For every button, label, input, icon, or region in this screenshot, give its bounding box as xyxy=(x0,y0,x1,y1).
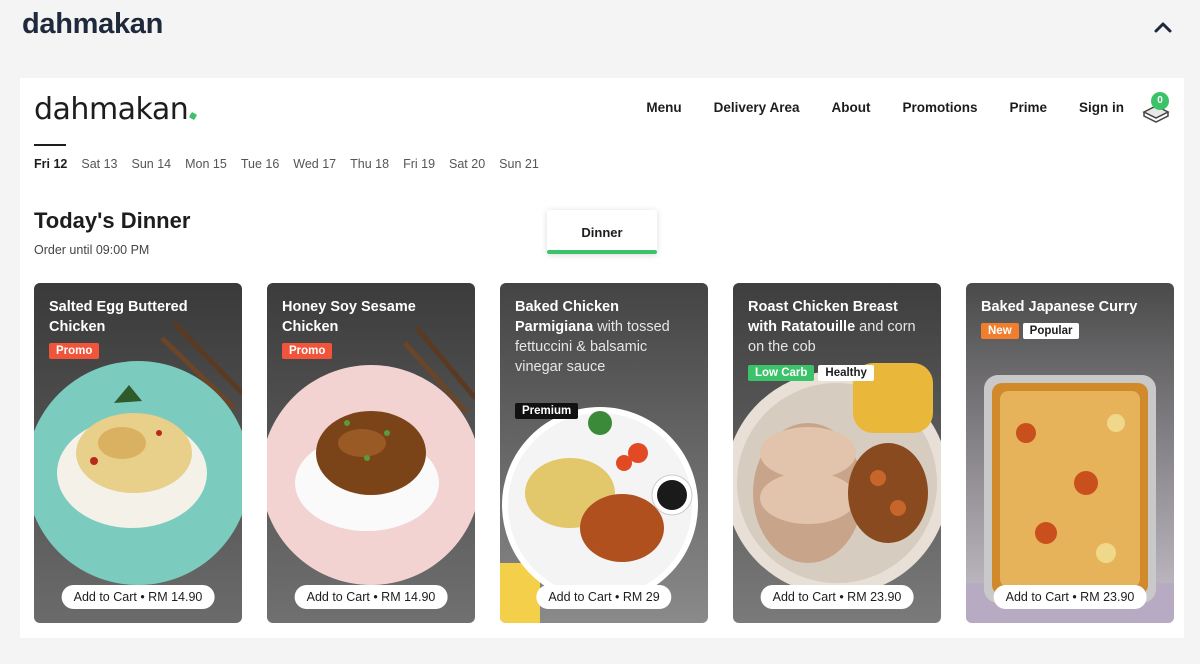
date-item-wed-17[interactable]: Wed 17 xyxy=(293,157,336,171)
meal-name: Honey Soy Sesame Chicken xyxy=(282,299,416,335)
tab-dinner-label: Dinner xyxy=(581,224,623,240)
nav-link-sign-in[interactable]: Sign in xyxy=(1079,100,1124,115)
date-item-sun-14[interactable]: Sun 14 xyxy=(132,157,172,171)
date-item-thu-18[interactable]: Thu 18 xyxy=(350,157,389,171)
badge-list: New Popular xyxy=(981,323,1080,339)
popular-badge: Popular xyxy=(1022,323,1080,339)
new-badge: New xyxy=(981,323,1019,339)
healthy-badge: Healthy xyxy=(818,365,874,381)
site-logo[interactable]: dahmakan xyxy=(34,92,198,127)
tab-dinner[interactable]: Dinner xyxy=(547,210,657,254)
badge-list: Promo xyxy=(282,343,333,359)
nav-link-about[interactable]: About xyxy=(831,100,870,115)
badge-list: Low Carb Healthy xyxy=(748,365,874,381)
low-carb-badge: Low Carb xyxy=(748,365,815,381)
meal-card[interactable]: Baked Japanese Curry New Popular Add to … xyxy=(966,283,1174,623)
promo-badge: Promo xyxy=(49,343,100,359)
premium-badge: Premium xyxy=(515,403,579,419)
meal-card[interactable]: Roast Chicken Breast with Ratatouille an… xyxy=(733,283,941,623)
date-item-fri-19[interactable]: Fri 19 xyxy=(403,157,435,171)
date-item-sat-13[interactable]: Sat 13 xyxy=(81,157,117,171)
tab-active-indicator xyxy=(547,250,657,254)
selected-date-indicator xyxy=(34,144,66,146)
meal-cards: Salted Egg Buttered Chicken Promo Add to… xyxy=(34,283,1174,623)
add-to-cart-button[interactable]: Add to Cart • RM 14.90 xyxy=(61,585,215,609)
date-item-tue-16[interactable]: Tue 16 xyxy=(241,157,279,171)
chevron-up-icon xyxy=(1154,22,1172,33)
nav-link-delivery-area[interactable]: Delivery Area xyxy=(714,100,800,115)
date-item-mon-15[interactable]: Mon 15 xyxy=(185,157,227,171)
meal-card[interactable]: Baked Chicken Parmigiana with tossed fet… xyxy=(500,283,708,623)
nav-link-promotions[interactable]: Promotions xyxy=(902,100,977,115)
embedded-site: dahmakan Menu Delivery Area About Promot… xyxy=(20,78,1184,638)
date-item-sat-20[interactable]: Sat 20 xyxy=(449,157,485,171)
badge-list: Promo xyxy=(49,343,100,359)
meal-name: Salted Egg Buttered Chicken xyxy=(49,299,188,335)
site-navbar: dahmakan Menu Delivery Area About Promot… xyxy=(20,78,1184,148)
meal-name: Baked Japanese Curry xyxy=(981,299,1138,315)
site-logo-text: dahmakan xyxy=(34,92,189,127)
section-title: Today's Dinner xyxy=(34,208,191,233)
date-selector: Fri 12 Sat 13 Sun 14 Mon 15 Tue 16 Wed 1… xyxy=(34,157,553,171)
cart-button[interactable]: 0 xyxy=(1140,92,1172,124)
nav-link-prime[interactable]: Prime xyxy=(1009,100,1047,115)
meal-name: Roast Chicken Breast with Ratatouille an… xyxy=(748,299,916,355)
nav-links: Menu Delivery Area About Promotions Prim… xyxy=(646,100,1124,115)
order-deadline: Order until 09:00 PM xyxy=(34,243,150,257)
meal-name: Baked Chicken Parmigiana with tossed fet… xyxy=(515,299,670,375)
cart-count-badge: 0 xyxy=(1151,92,1169,110)
add-to-cart-button[interactable]: Add to Cart • RM 14.90 xyxy=(294,585,448,609)
badge-list: Premium xyxy=(515,403,579,419)
meal-card[interactable]: Honey Soy Sesame Chicken Promo Add to Ca… xyxy=(267,283,475,623)
add-to-cart-button[interactable]: Add to Cart • RM 23.90 xyxy=(993,585,1147,609)
add-to-cart-button[interactable]: Add to Cart • RM 29 xyxy=(536,585,672,609)
date-item-fri-12[interactable]: Fri 12 xyxy=(34,157,67,171)
nav-link-menu[interactable]: Menu xyxy=(646,100,681,115)
date-item-sun-21[interactable]: Sun 21 xyxy=(499,157,539,171)
meal-card[interactable]: Salted Egg Buttered Chicken Promo Add to… xyxy=(34,283,242,623)
add-to-cart-button[interactable]: Add to Cart • RM 23.90 xyxy=(760,585,914,609)
logo-leaf-icon xyxy=(189,111,198,121)
promo-badge: Promo xyxy=(282,343,333,359)
page-title: dahmakan xyxy=(22,8,164,40)
collapse-button[interactable] xyxy=(1148,12,1178,42)
